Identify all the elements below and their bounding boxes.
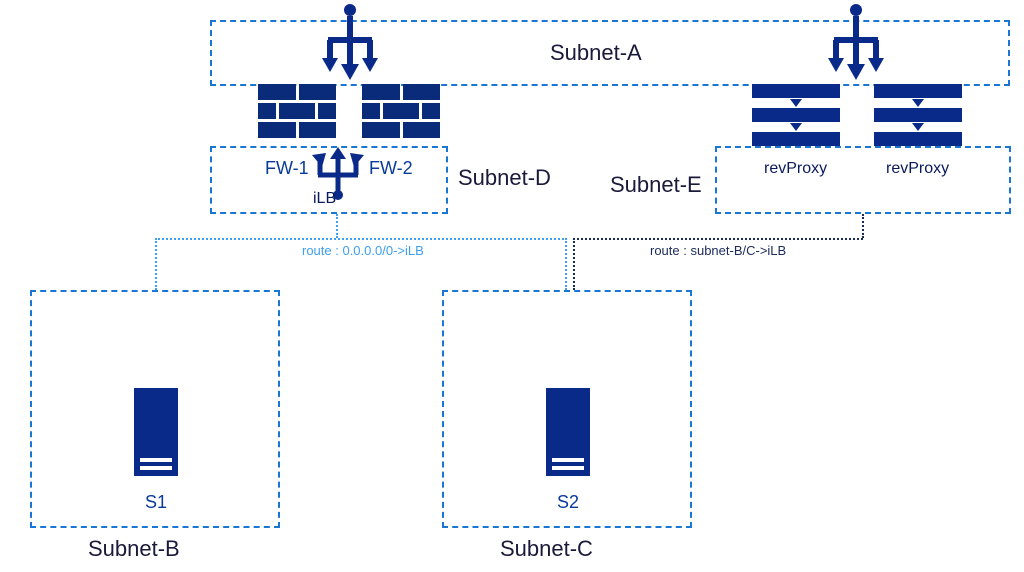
- route-dark-label: route : subnet-B/C->iLB: [650, 243, 786, 258]
- route-line: [573, 238, 863, 240]
- route-line: [155, 238, 567, 240]
- ilb-label: iLB: [313, 190, 336, 208]
- s1-label: S1: [145, 492, 167, 513]
- firewall-icon: [258, 84, 336, 142]
- route-line: [862, 214, 864, 238]
- firewall-icon: [362, 84, 440, 142]
- load-balancer-icon: [322, 2, 378, 87]
- fw2-label: FW-2: [369, 158, 413, 179]
- subnet-a-label: Subnet-A: [550, 40, 642, 66]
- route-line: [573, 238, 575, 290]
- revproxy-left-label: revProxy: [764, 160, 827, 178]
- fw1-label: FW-1: [265, 158, 309, 179]
- route-line: [155, 238, 157, 290]
- revproxy-icon: [752, 84, 840, 146]
- server-icon: [134, 388, 178, 476]
- route-light-label: route : 0.0.0.0/0->iLB: [302, 243, 424, 258]
- load-balancer-icon: [828, 2, 884, 87]
- route-line: [336, 214, 338, 238]
- subnet-e-box: [715, 146, 1011, 214]
- subnet-c-label: Subnet-C: [500, 536, 593, 562]
- subnet-d-label: Subnet-D: [458, 165, 551, 191]
- route-line: [565, 238, 567, 290]
- subnet-e-label: Subnet-E: [610, 172, 702, 198]
- revproxy-right-label: revProxy: [886, 160, 949, 178]
- subnet-b-label: Subnet-B: [88, 536, 180, 562]
- revproxy-icon: [874, 84, 962, 146]
- server-icon: [546, 388, 590, 476]
- s2-label: S2: [557, 492, 579, 513]
